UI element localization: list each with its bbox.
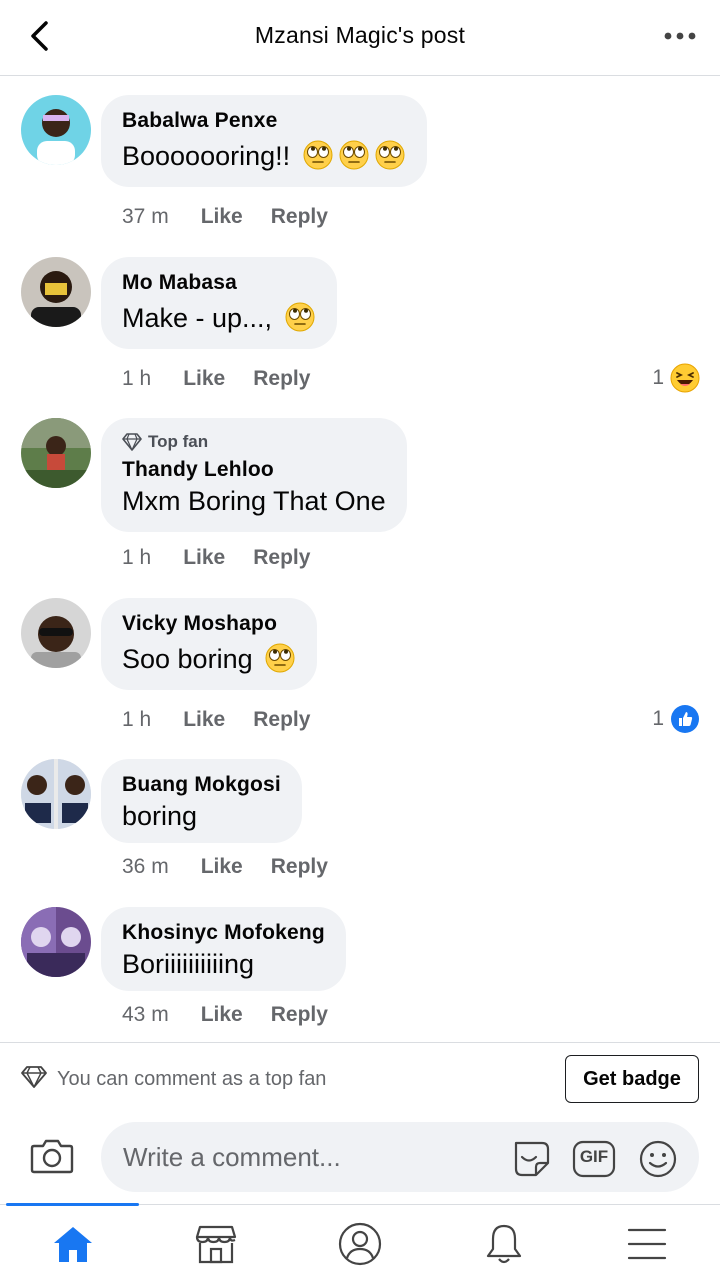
get-badge-button[interactable]: Get badge xyxy=(565,1055,699,1103)
comment-text: Booooooring!! xyxy=(122,139,406,173)
comment-text-content: Make - up..., xyxy=(122,303,273,333)
comment-timestamp[interactable]: 37 m xyxy=(122,205,169,229)
reply-button[interactable]: Reply xyxy=(253,708,310,732)
comment-bubble[interactable]: Babalwa Penxe Booooooring!! xyxy=(101,95,427,187)
avatar-sticker-button[interactable] xyxy=(510,1138,554,1180)
smiley-icon xyxy=(639,1140,677,1178)
more-horizontal-icon xyxy=(664,32,696,40)
more-options-button[interactable] xyxy=(658,14,702,58)
comment-text: Soo boring xyxy=(122,642,296,676)
top-fan-label: Top fan xyxy=(148,432,209,451)
profile-icon xyxy=(338,1222,382,1266)
comment-text: Mxm Boring That One xyxy=(122,486,386,516)
comment-text-content: Booooooring!! xyxy=(122,141,291,171)
like-button[interactable]: Like xyxy=(201,1003,243,1027)
nav-menu[interactable] xyxy=(617,1221,677,1267)
avatar[interactable] xyxy=(21,418,91,488)
haha-icon xyxy=(670,363,700,393)
notifications-icon xyxy=(486,1224,522,1264)
comment-timestamp[interactable]: 43 m xyxy=(122,1003,169,1027)
menu-icon xyxy=(627,1228,667,1260)
comment-text-content: Soo boring xyxy=(122,644,253,674)
comment-meta: 43 m Like Reply xyxy=(122,1003,356,1027)
like-icon xyxy=(671,705,699,733)
reaction-summary[interactable]: 1 xyxy=(652,363,700,393)
nav-profile[interactable] xyxy=(330,1221,390,1267)
diamond-icon xyxy=(21,1066,47,1088)
avatar[interactable] xyxy=(21,598,91,668)
nav-home[interactable] xyxy=(43,1221,103,1267)
avatar[interactable] xyxy=(21,95,91,165)
comment-author[interactable]: Thandy Lehloo xyxy=(122,458,386,482)
nav-notifications[interactable] xyxy=(474,1221,534,1267)
page-title: Mzansi Magic's post xyxy=(254,22,466,48)
comment-meta: 1 h Like Reply xyxy=(122,546,338,570)
avatar[interactable] xyxy=(21,907,91,977)
like-button[interactable]: Like xyxy=(183,367,225,391)
like-button[interactable]: Like xyxy=(201,205,243,229)
comment-meta: 1 h Like Reply xyxy=(122,708,338,732)
like-button[interactable]: Like xyxy=(183,708,225,732)
reaction-count: 1 xyxy=(652,707,664,730)
comment-author[interactable]: Buang Mokgosi xyxy=(122,773,281,797)
face-with-rolling-eyes-icon xyxy=(265,643,295,673)
camera-icon xyxy=(30,1139,74,1174)
comment-text: boring xyxy=(122,801,198,831)
comment-author[interactable]: Mo Mabasa xyxy=(122,271,316,295)
reply-button[interactable]: Reply xyxy=(271,205,328,229)
face-with-rolling-eyes-icon xyxy=(303,140,333,170)
reply-button[interactable]: Reply xyxy=(271,855,328,879)
comment-bubble[interactable]: Vicky Moshapo Soo boring xyxy=(101,598,318,690)
bottom-navigation xyxy=(0,1203,720,1280)
comment-composer: GIF xyxy=(0,1114,720,1204)
top-bar: Mzansi Magic's post xyxy=(0,0,720,76)
reaction-summary[interactable]: 1 xyxy=(652,704,700,734)
top-fan-bar: You can comment as a top fan Get badge xyxy=(0,1042,720,1114)
top-fan-badge[interactable]: Top fan xyxy=(122,432,386,452)
comment-author[interactable]: Vicky Moshapo xyxy=(122,612,296,636)
comment-timestamp[interactable]: 1 h xyxy=(122,546,151,570)
comment-timestamp[interactable]: 1 h xyxy=(122,708,151,732)
diamond-icon xyxy=(122,433,142,451)
comment-text: Boriiiiiiiiiing xyxy=(122,949,255,979)
comment-bubble[interactable]: Buang Mokgosi boring xyxy=(101,759,302,843)
face-with-rolling-eyes-icon xyxy=(285,302,315,332)
comment-bubble[interactable]: Khosinyc Mofokeng Boriiiiiiiiiing xyxy=(101,907,346,991)
avatar[interactable] xyxy=(21,759,91,829)
comment-bubble[interactable]: Mo Mabasa Make - up..., xyxy=(101,257,337,349)
like-button[interactable]: Like xyxy=(183,546,225,570)
camera-button[interactable] xyxy=(30,1136,82,1180)
comment-meta: 36 m Like Reply xyxy=(122,855,356,879)
nav-marketplace[interactable] xyxy=(186,1221,246,1267)
comment-meta: 1 h Like Reply xyxy=(122,367,338,391)
comment-bubble[interactable]: Top fan Thandy Lehloo Mxm Boring That On… xyxy=(101,418,407,532)
comment-timestamp[interactable]: 36 m xyxy=(122,855,169,879)
sticker-icon xyxy=(514,1141,550,1177)
avatar[interactable] xyxy=(21,257,91,327)
reply-button[interactable]: Reply xyxy=(253,546,310,570)
active-tab-indicator xyxy=(6,1203,139,1206)
comment-meta: 37 m Like Reply xyxy=(122,205,356,229)
reply-button[interactable]: Reply xyxy=(271,1003,328,1027)
reply-button[interactable]: Reply xyxy=(253,367,310,391)
top-fan-message: You can comment as a top fan xyxy=(57,1068,327,1090)
face-with-rolling-eyes-icon xyxy=(375,140,405,170)
gif-label: GIF xyxy=(579,1147,609,1166)
face-with-rolling-eyes-icon xyxy=(339,140,369,170)
emoji-button[interactable] xyxy=(636,1138,680,1180)
comment-author[interactable]: Babalwa Penxe xyxy=(122,109,406,133)
comment-text: Make - up..., xyxy=(122,301,316,335)
home-icon xyxy=(54,1227,92,1262)
reaction-count: 1 xyxy=(652,366,664,389)
gif-button[interactable]: GIF xyxy=(572,1138,616,1180)
comment-timestamp[interactable]: 1 h xyxy=(122,367,151,391)
like-button[interactable]: Like xyxy=(201,855,243,879)
comment-author[interactable]: Khosinyc Mofokeng xyxy=(122,921,325,945)
comments-list: Babalwa Penxe Booooooring!! 37 m Like Re… xyxy=(0,77,720,1042)
marketplace-icon xyxy=(195,1225,237,1264)
